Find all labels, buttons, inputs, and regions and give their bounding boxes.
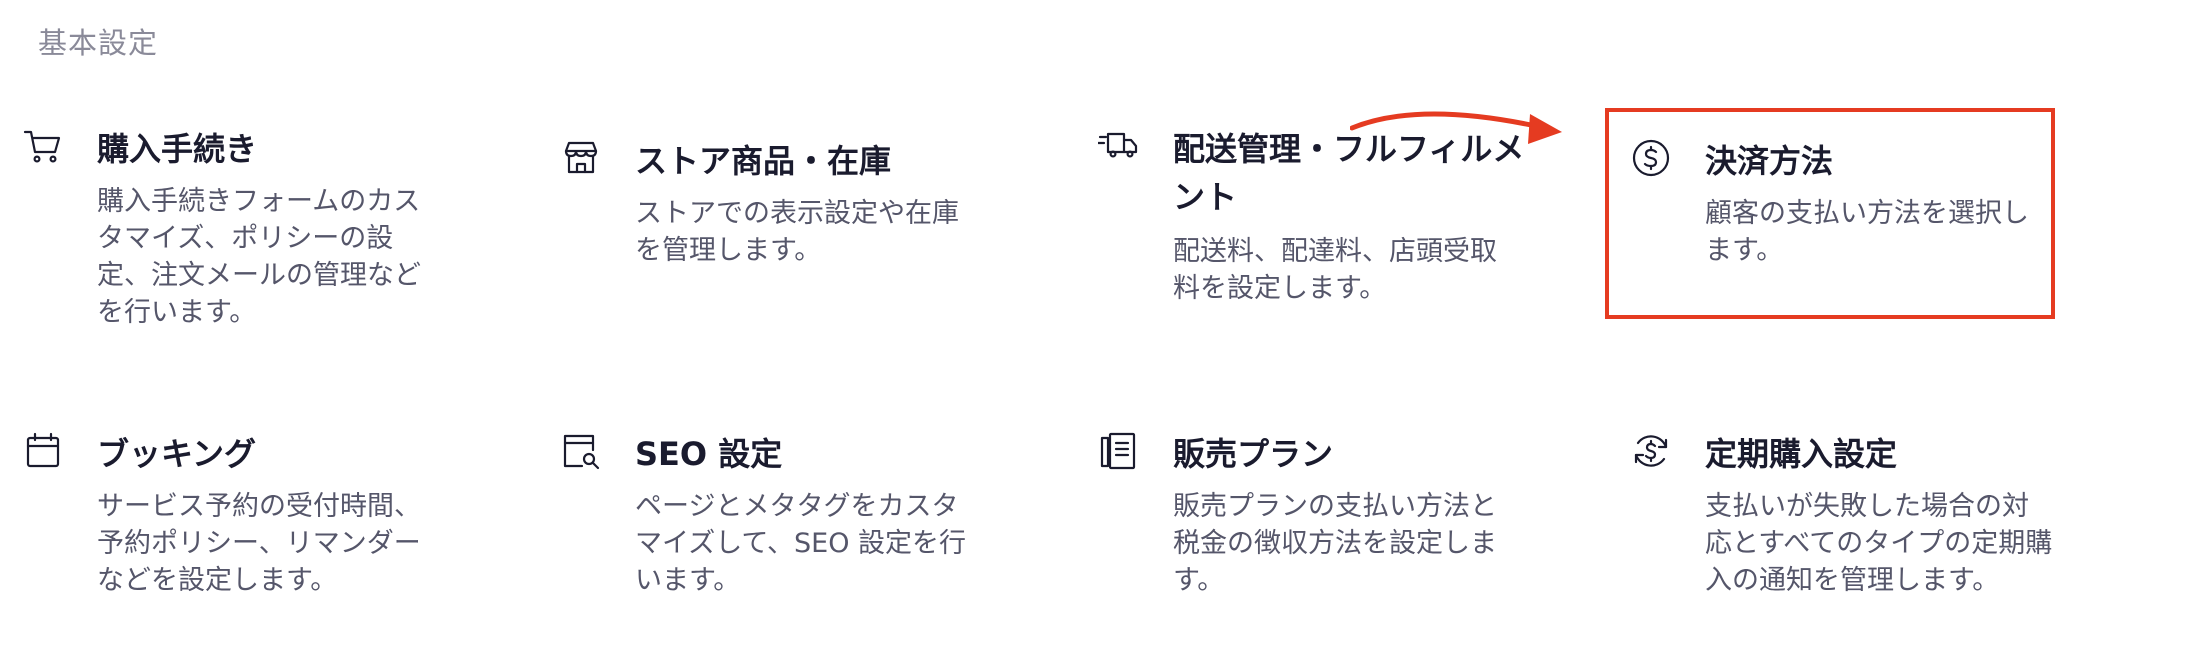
cart-icon	[22, 125, 64, 167]
section-title: 基本設定	[38, 26, 159, 60]
calendar-icon	[22, 430, 64, 472]
store-icon	[560, 137, 602, 179]
card-title: SEO 設定	[635, 435, 783, 473]
annotation-arrow	[1350, 111, 1562, 144]
card-description: 配送料、配達料、店頭受取料を設定します。	[1173, 236, 1497, 304]
settings-card-subscriptions[interactable]: 定期購入設定 支払いが失敗した場合の対応とすべてのタイプの定期購入の通知を管理し…	[1630, 430, 2090, 600]
truck-icon	[1098, 125, 1140, 167]
card-description: ページとメタタグをカスタマイズして、SEO 設定を行います。	[635, 491, 967, 596]
card-title: ストア商品・在庫	[635, 142, 892, 180]
card-title: 購入手続き	[97, 130, 258, 168]
card-description: ストアでの表示設定や在庫を管理します。	[635, 198, 959, 266]
settings-card-shipping[interactable]: 配送管理・フルフィルメント 配送料、配達料、店頭受取料を設定します。	[1098, 125, 1558, 325]
settings-card-seo[interactable]: SEO 設定 ページとメタタグをカスタマイズして、SEO 設定を行います。	[560, 430, 1020, 600]
settings-card-pricing-plans[interactable]: 販売プラン 販売プランの支払い方法と税金の徴収方法を設定します。	[1098, 430, 1558, 600]
card-description: サービス予約の受付時間、予約ポリシー、リマンダーなどを設定します。	[97, 491, 421, 596]
settings-card-checkout[interactable]: 購入手続き 購入手続きフォームのカスタマイズ、ポリシーの設定、注文メールの管理な…	[22, 125, 482, 345]
card-title: 販売プラン	[1173, 435, 1334, 473]
settings-card-bookings[interactable]: ブッキング サービス予約の受付時間、予約ポリシー、リマンダーなどを設定します。	[22, 430, 482, 600]
settings-card-store-products[interactable]: ストア商品・在庫 ストアでの表示設定や在庫を管理します。	[560, 137, 1020, 287]
card-title: ブッキング	[97, 435, 257, 473]
card-description: 販売プランの支払い方法と税金の徴収方法を設定します。	[1173, 491, 1497, 596]
page-search-icon	[560, 430, 602, 472]
card-title: 定期購入設定	[1705, 435, 1898, 473]
recurring-payment-icon	[1630, 430, 1672, 472]
highlight-box	[1605, 108, 2055, 319]
plans-icon	[1098, 430, 1140, 472]
card-description: 購入手続きフォームのカスタマイズ、ポリシーの設定、注文メールの管理などを行います…	[97, 186, 421, 328]
card-description: 支払いが失敗した場合の対応とすべてのタイプの定期購入の通知を管理します。	[1705, 491, 2053, 596]
